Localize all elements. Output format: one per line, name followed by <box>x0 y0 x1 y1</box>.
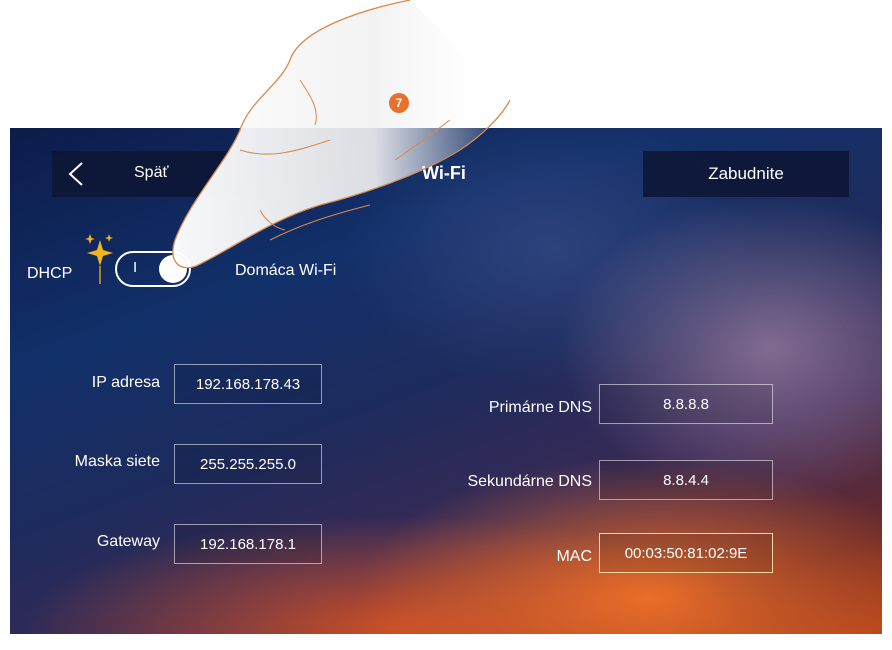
forget-network-button[interactable]: Zabudnite <box>643 151 849 197</box>
secondary-dns-field[interactable]: 8.8.4.4 <box>599 460 773 500</box>
ip-address-label: IP adresa <box>91 374 160 391</box>
wifi-settings-screen: Späť Wi-Fi Zabudnite DHCP I Domáca Wi-Fi… <box>10 128 882 634</box>
subnet-mask-label: Maska siete <box>74 453 160 470</box>
ip-address-field[interactable]: 192.168.178.43 <box>174 364 322 404</box>
mac-field: 00:03:50:81:02:9E <box>599 533 773 573</box>
gateway-field[interactable]: 192.168.178.1 <box>174 524 322 564</box>
toggle-on-mark: I <box>133 259 138 276</box>
dhcp-label: DHCP <box>27 265 73 282</box>
back-label: Späť <box>134 164 169 181</box>
back-button[interactable]: Späť <box>52 151 252 197</box>
primary-dns-field[interactable]: 8.8.8.8 <box>599 384 773 424</box>
gateway-label: Gateway <box>96 533 160 550</box>
primary-dns-label: Primárne DNS <box>488 399 592 416</box>
chevron-left-icon <box>68 162 83 186</box>
page-title: Wi-Fi <box>422 163 466 183</box>
sparkle-icon <box>85 234 113 284</box>
dhcp-toggle[interactable]: I <box>115 251 191 287</box>
network-ssid: Domáca Wi-Fi <box>235 262 337 279</box>
subnet-mask-field[interactable]: 255.255.255.0 <box>174 444 322 484</box>
mac-label: MAC <box>556 548 592 565</box>
toggle-knob <box>159 255 187 283</box>
secondary-dns-label: Sekundárne DNS <box>467 473 592 490</box>
step-number-badge: 7 <box>389 93 409 113</box>
